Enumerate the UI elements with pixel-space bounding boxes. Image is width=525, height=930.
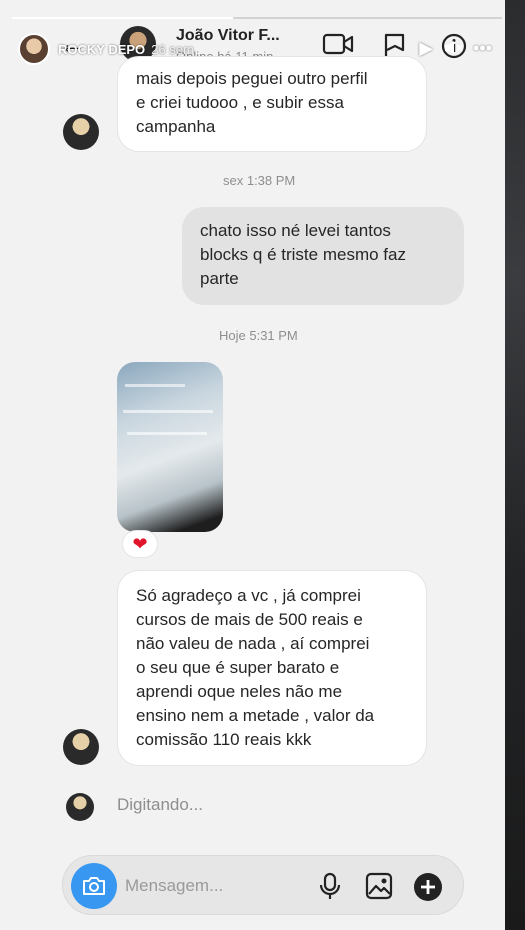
message-line: o seu que é super barato e [136, 658, 340, 677]
message-line: ensino nem a metade , valor da [136, 706, 375, 725]
background-edge [505, 0, 525, 930]
message-line: mais depois peguei outro perfil [136, 69, 368, 88]
camera-button[interactable] [71, 863, 117, 909]
message-line: chato isso né levei tantos [200, 221, 391, 240]
story-username[interactable]: ROCKY DEPO [58, 42, 145, 57]
message-incoming: mais depois peguei outro perfil e criei … [117, 56, 427, 152]
play-icon[interactable]: ▶ [419, 38, 433, 58]
story-avatar[interactable] [18, 33, 50, 65]
message-composer [62, 855, 464, 915]
message-line: blocks q é triste mesmo faz [200, 245, 406, 264]
story-progress-bar [12, 17, 502, 19]
photo-detail [125, 384, 185, 387]
message-line: aprendi oque neles não me [136, 682, 343, 701]
more-options-icon[interactable]: ••• [473, 38, 492, 58]
message-line: comissão 110 reais kkk [136, 730, 312, 749]
message-line: não valeu de nada , aí comprei [136, 634, 370, 653]
message-input[interactable] [125, 872, 305, 900]
add-icon[interactable] [413, 872, 443, 902]
heart-reaction-icon[interactable]: ❤ [122, 530, 158, 558]
message-line: e criei tudooo , e subir essa [136, 93, 344, 112]
gallery-icon[interactable] [365, 872, 393, 900]
message-line: campanha [136, 117, 216, 136]
story-progress-fill [12, 17, 233, 19]
typing-indicator: Digitando... [117, 795, 203, 814]
message-line: Só agradeço a vc , já comprei [136, 586, 361, 605]
microphone-icon[interactable] [319, 872, 341, 900]
message-line: cursos de mais de 500 reais e [136, 610, 363, 629]
mute-icon[interactable] [443, 38, 463, 58]
message-outgoing: chato isso né levei tantos blocks q é tr… [182, 207, 464, 305]
photo-detail [127, 432, 207, 435]
sender-avatar[interactable] [63, 114, 99, 150]
photo-message[interactable] [117, 362, 223, 532]
message-timestamp: Hoje 5:31 PM [219, 328, 298, 343]
message-incoming: Só agradeço a vc , já comprei cursos de … [117, 570, 427, 766]
photo-detail [123, 410, 213, 413]
sender-avatar[interactable] [63, 729, 99, 765]
story-time: 26 sem [151, 41, 194, 57]
phone-screen: ← João Vitor F... Online há 11 min ROCKY… [0, 0, 505, 930]
message-timestamp: sex 1:38 PM [223, 173, 296, 188]
message-line: parte [200, 269, 239, 288]
typing-avatar [66, 793, 94, 821]
camera-icon [83, 877, 105, 895]
